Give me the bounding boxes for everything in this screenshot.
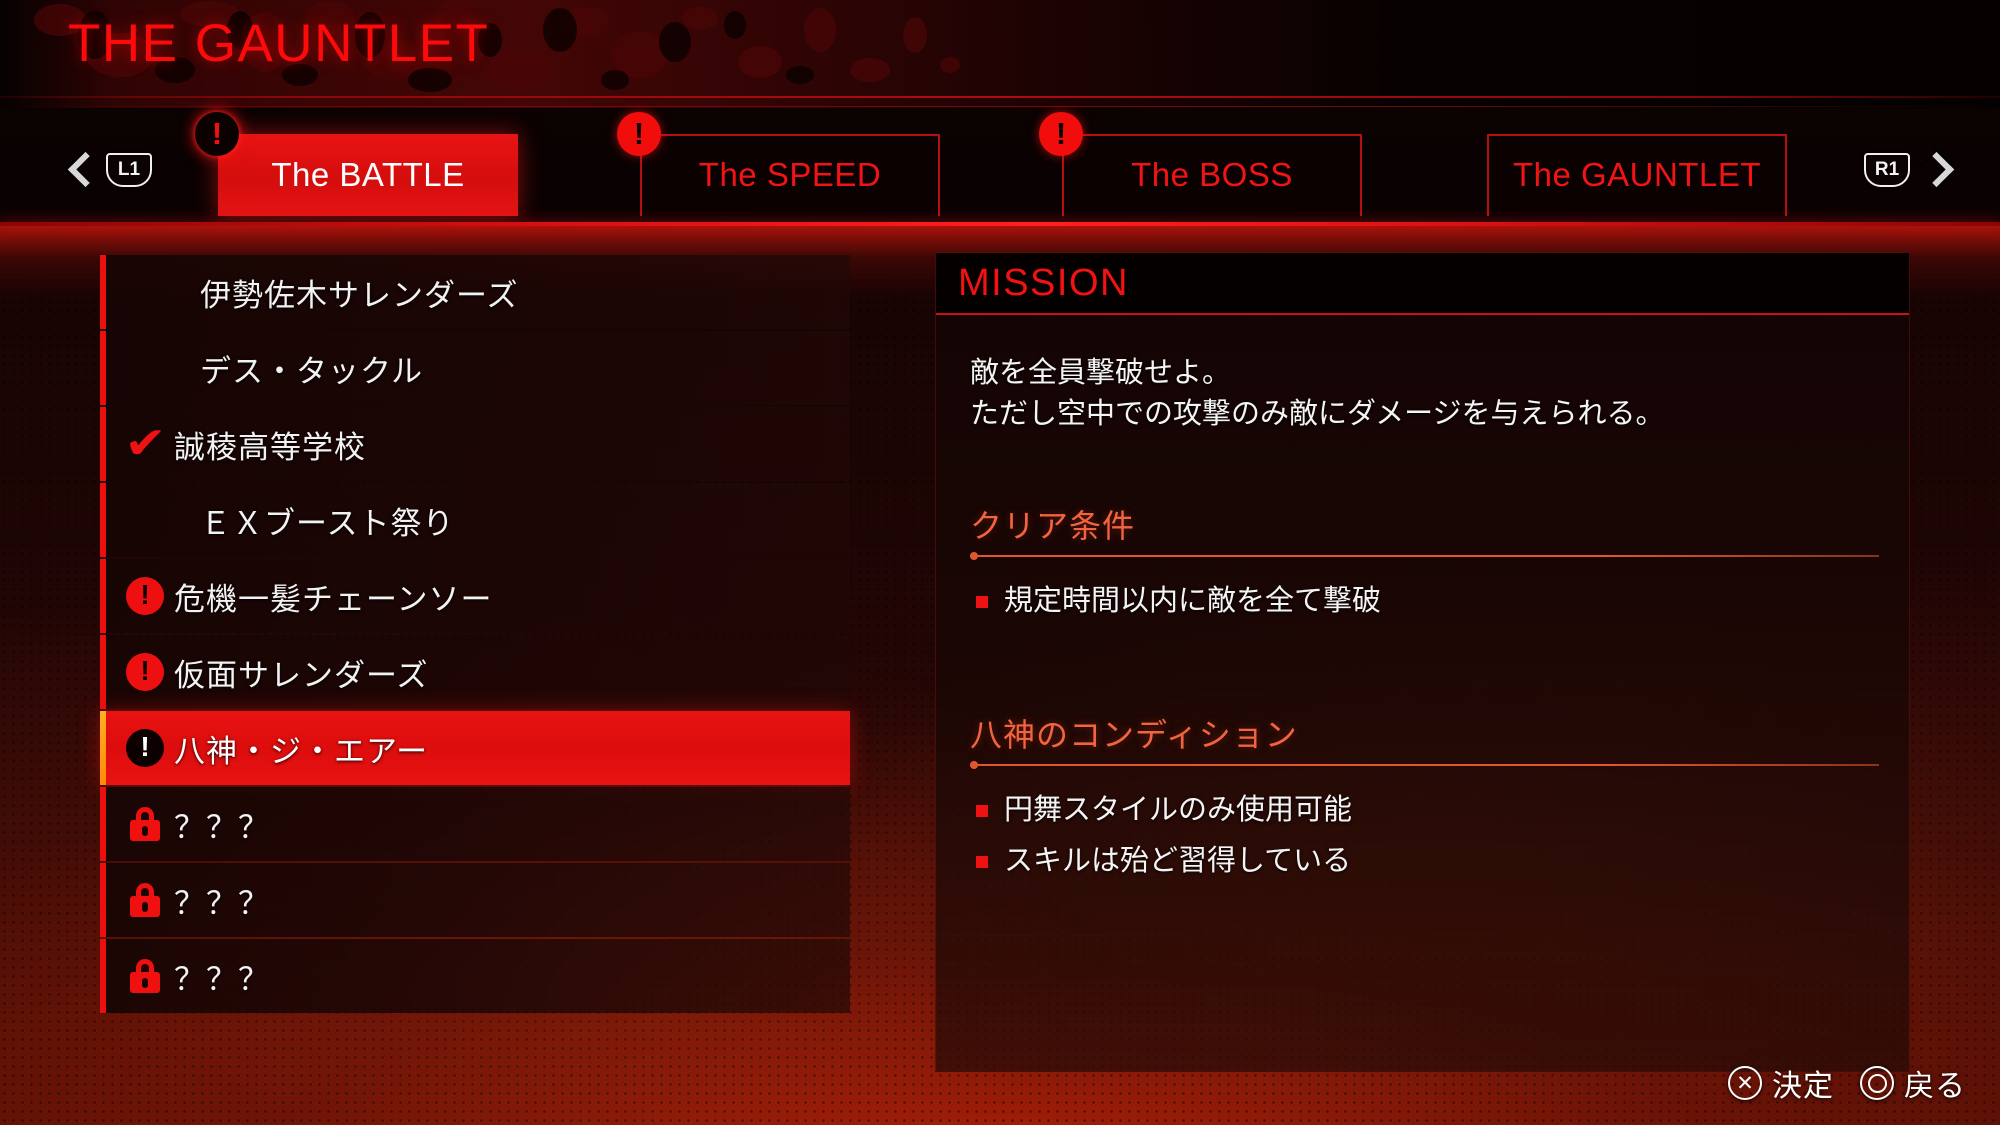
list-item-edge-marker <box>100 559 106 633</box>
bullet-square-icon <box>976 804 988 817</box>
mission-list: 伊勢佐木サレンダーズ デス・タックル ✔ 誠稜高等学校 ＥＸブースト祭り! 危機一髪チェー… <box>100 255 850 1015</box>
list-item-edge-marker <box>100 483 106 557</box>
tab-label: The GAUNTLET <box>1512 156 1762 193</box>
tab-alert-glyph: ! <box>211 115 223 151</box>
confirm-prompt[interactable]: ✕ 決定 <box>1728 1061 1834 1105</box>
back-label: 戻る <box>1904 1070 1966 1103</box>
confirm-label: 決定 <box>1772 1070 1834 1103</box>
list-item-edge-marker <box>100 407 106 481</box>
back-prompt[interactable]: 戻る <box>1860 1061 1966 1105</box>
mission-section: 八神のコンディション円舞スタイルのみ使用可能 スキルは殆ど習得している <box>970 710 1879 884</box>
check-icon: ✔ <box>123 419 167 468</box>
section-title: 八神のコンディション <box>970 717 1298 754</box>
bullet-item: 円舞スタイルのみ使用可能 <box>970 788 1879 833</box>
tab-alert-glyph: ! <box>633 115 645 151</box>
bullet-item: 規定時間以内に敵を全て撃破 <box>970 579 1879 624</box>
list-item[interactable]: ! 八神・ジ・エアー <box>100 711 850 785</box>
page-header: THE GAUNTLET <box>0 0 2000 108</box>
header-divider-secondary <box>0 106 2000 107</box>
game-screen: THE GAUNTLET L1 R1 ! The BATTLE! The SPEED… <box>0 0 2000 1125</box>
tab-alert-icon: ! <box>1039 112 1083 156</box>
page-title: THE GAUNTLET <box>68 14 490 73</box>
tab-the-battle[interactable]: ! The BATTLE <box>195 112 518 216</box>
list-item-label: 伊勢佐木サレンダーズ <box>200 277 519 313</box>
bullet-label: 円舞スタイルのみ使用可能 <box>1004 794 1353 827</box>
tab-label: The BOSS <box>1131 156 1293 193</box>
list-item-label: 危機一髪チェーンソー <box>174 581 493 617</box>
mission-panel-header: MISSION <box>936 253 1909 315</box>
list-item-label: ？？？ <box>174 809 270 845</box>
lock-icon <box>118 949 172 1003</box>
tab-the-gauntlet[interactable]: The GAUNTLET <box>1487 134 1787 216</box>
bullet-label: スキルは殆ど習得している <box>1004 845 1352 878</box>
tab-alert-icon: ! <box>617 112 661 156</box>
list-item[interactable]: 伊勢佐木サレンダーズ <box>100 255 850 329</box>
list-item-label: ＥＸブースト祭り <box>200 505 455 541</box>
alert-icon: ! <box>118 569 172 623</box>
list-item[interactable]: ？？？ <box>100 939 850 1013</box>
list-item[interactable]: ＥＸブースト祭り <box>100 483 850 557</box>
lock-icon <box>118 873 172 927</box>
list-item-label: 誠稜高等学校 <box>174 429 366 465</box>
list-item-edge-marker <box>100 635 106 709</box>
mission-sections: クリア条件規定時間以内に敵を全て撃破八神のコンディション円舞スタイルのみ使用可能… <box>970 501 1879 884</box>
section-title: クリア条件 <box>970 508 1136 545</box>
list-item-label: ？？？ <box>174 885 270 921</box>
list-item-edge-marker <box>100 711 106 785</box>
list-item[interactable]: ! 危機一髪チェーンソー <box>100 559 850 633</box>
list-item[interactable]: ! 仮面サレンダーズ <box>100 635 850 709</box>
list-item-edge-marker <box>100 331 106 405</box>
list-item[interactable]: ？？？ <box>100 863 850 937</box>
tab-alert-icon: ! <box>195 112 239 156</box>
list-item-label: ？？？ <box>174 961 270 997</box>
tab-the-boss[interactable]: ! The BOSS <box>1039 112 1362 216</box>
tab-strip-underline <box>0 222 2000 226</box>
mission-section: クリア条件規定時間以内に敵を全て撃破 <box>970 501 1879 624</box>
no-icon-spacer <box>118 493 172 547</box>
section-bullet-list: 円舞スタイルのみ使用可能 スキルは殆ど習得している <box>970 788 1879 884</box>
tab-the-speed[interactable]: ! The SPEED <box>617 112 940 216</box>
alert-icon: ! <box>118 645 172 699</box>
list-item-edge-marker <box>100 787 106 861</box>
alert-icon: ! <box>118 721 172 775</box>
list-item-edge-marker <box>100 939 106 1013</box>
bullet-square-icon <box>976 595 988 608</box>
list-item-edge-marker <box>100 863 106 937</box>
section-divider <box>970 761 1879 770</box>
section-bullet-list: 規定時間以内に敵を全て撃破 <box>970 579 1879 624</box>
mission-panel-title: MISSION <box>958 261 1129 304</box>
mission-description: 敵を全員撃破せよ。 ただし空中での攻撃のみ敵にダメージを与えられる。 <box>970 357 1665 431</box>
list-item-label: 仮面サレンダーズ <box>174 657 429 693</box>
list-item[interactable]: デス・タックル <box>100 331 850 405</box>
bullet-item: スキルは殆ど習得している <box>970 839 1879 884</box>
header-divider <box>0 96 2000 98</box>
category-tabs: ! The BATTLE! The SPEED! The BOSS The GAUNTL… <box>0 108 2000 226</box>
bullet-label: 規定時間以内に敵を全て撃破 <box>1004 585 1382 618</box>
list-item-edge-marker <box>100 255 106 329</box>
list-item[interactable]: ✔ 誠稜高等学校 <box>100 407 850 481</box>
no-icon-spacer <box>118 265 172 319</box>
button-prompts: ✕ 決定 戻る <box>1728 1061 1966 1105</box>
list-item-label: 八神・ジ・エアー <box>174 733 429 769</box>
list-item-label: デス・タックル <box>200 353 424 389</box>
lock-icon <box>118 797 172 851</box>
cross-button-icon: ✕ <box>1728 1066 1762 1100</box>
section-divider <box>970 552 1879 561</box>
mission-panel-body: 敵を全員撃破せよ。 ただし空中での攻撃のみ敵にダメージを与えられる。 クリア条件… <box>936 315 1909 884</box>
circle-button-icon <box>1860 1066 1894 1100</box>
no-icon-spacer <box>118 341 172 395</box>
bullet-square-icon <box>976 855 988 868</box>
mission-detail-panel: MISSION 敵を全員撃破せよ。 ただし空中での攻撃のみ敵にダメージを与えられ… <box>935 252 1910 1072</box>
tab-label: The SPEED <box>698 156 882 193</box>
tab-label: The BATTLE <box>271 156 465 193</box>
tab-alert-glyph: ! <box>1055 115 1067 151</box>
list-item[interactable]: ？？？ <box>100 787 850 861</box>
